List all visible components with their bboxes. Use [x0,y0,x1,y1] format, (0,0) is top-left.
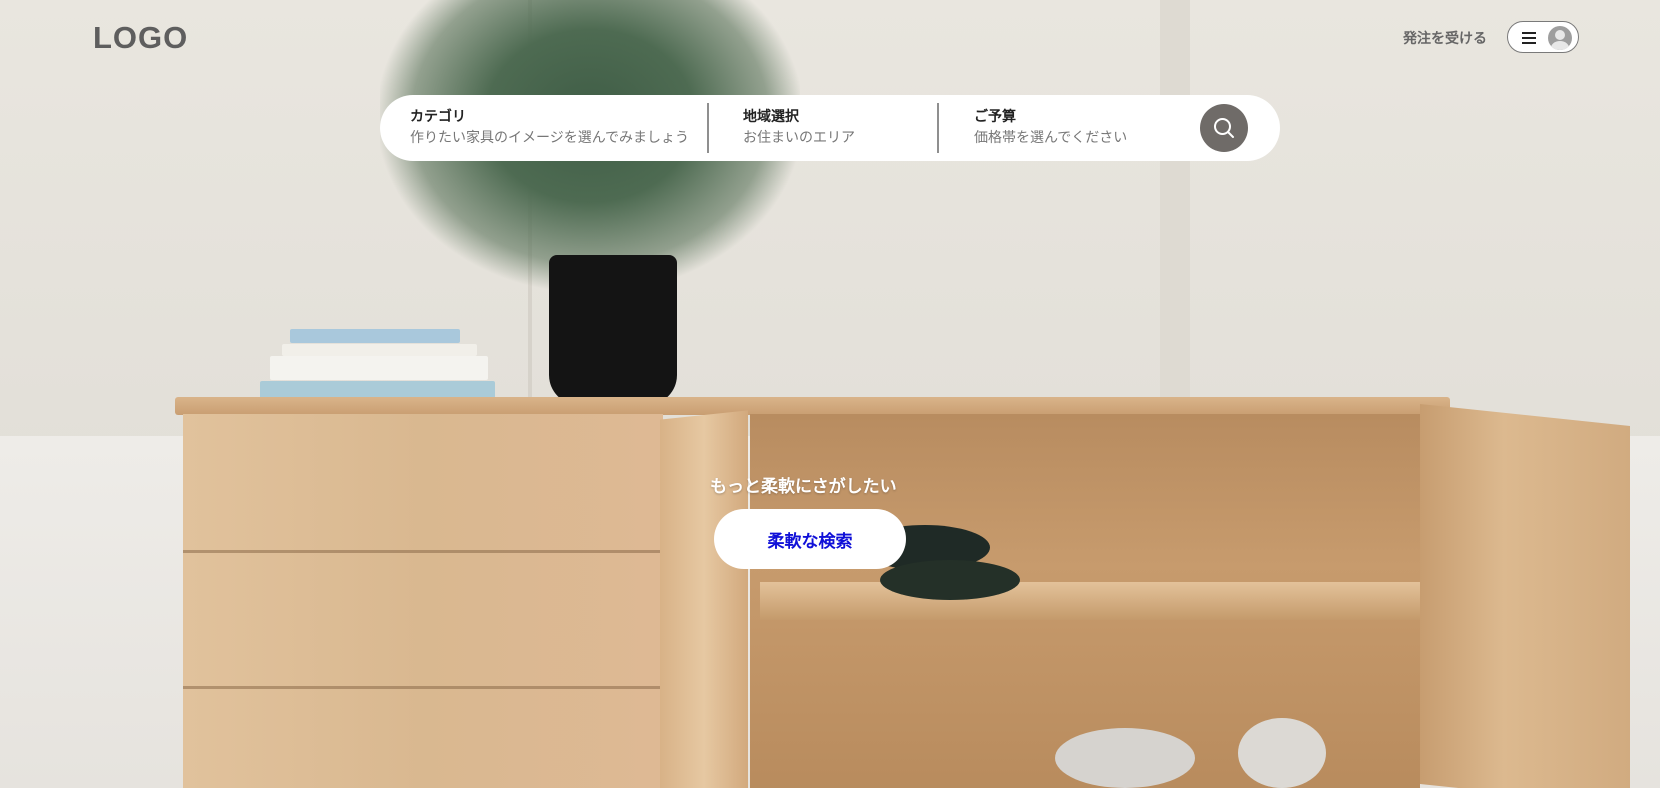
logo[interactable]: LOGO [93,20,188,56]
category-label: カテゴリ [410,109,466,125]
divider [937,103,939,153]
region-label: 地域選択 [743,109,799,125]
dark-plate [880,560,1020,600]
receive-orders-link[interactable]: 発注を受ける [1403,28,1487,48]
wall-panel-line [1160,0,1190,400]
region-placeholder: お住まいのエリア [743,130,855,146]
white-bowls [1055,728,1195,788]
white-cups [1238,718,1326,788]
budget-label: ご予算 [974,109,1016,125]
region-field[interactable]: 地域選択 お住まいのエリア [743,108,855,148]
flexible-search-button[interactable]: 柔軟な検索 [714,509,906,569]
cabinet-drawers [183,414,663,788]
book [290,329,460,343]
cabinet-door-right [1420,403,1630,788]
book [270,356,488,380]
black-vase [549,255,677,405]
cabinet-shelf [760,582,1420,620]
divider [707,103,709,153]
user-menu-button[interactable] [1507,21,1579,53]
cabinet-top [175,397,1450,415]
category-field[interactable]: カテゴリ 作りたい家具のイメージを選んでみましょう [410,108,689,148]
budget-field[interactable]: ご予算 価格帯を選んでください [974,108,1127,148]
category-placeholder: 作りたい家具のイメージを選んでみましょう [410,130,690,146]
search-icon [1214,118,1234,138]
cabinet-door-left [660,410,748,788]
book [282,344,477,356]
user-avatar-icon [1548,26,1572,50]
search-bar: カテゴリ 作りたい家具のイメージを選んでみましょう 地域選択 お住まいのエリア … [380,95,1280,161]
flexible-search-heading: もっと柔軟にさがしたい [710,477,897,497]
search-button[interactable] [1200,104,1248,152]
budget-placeholder: 価格帯を選んでください [974,130,1128,146]
hamburger-menu-icon [1522,32,1536,44]
